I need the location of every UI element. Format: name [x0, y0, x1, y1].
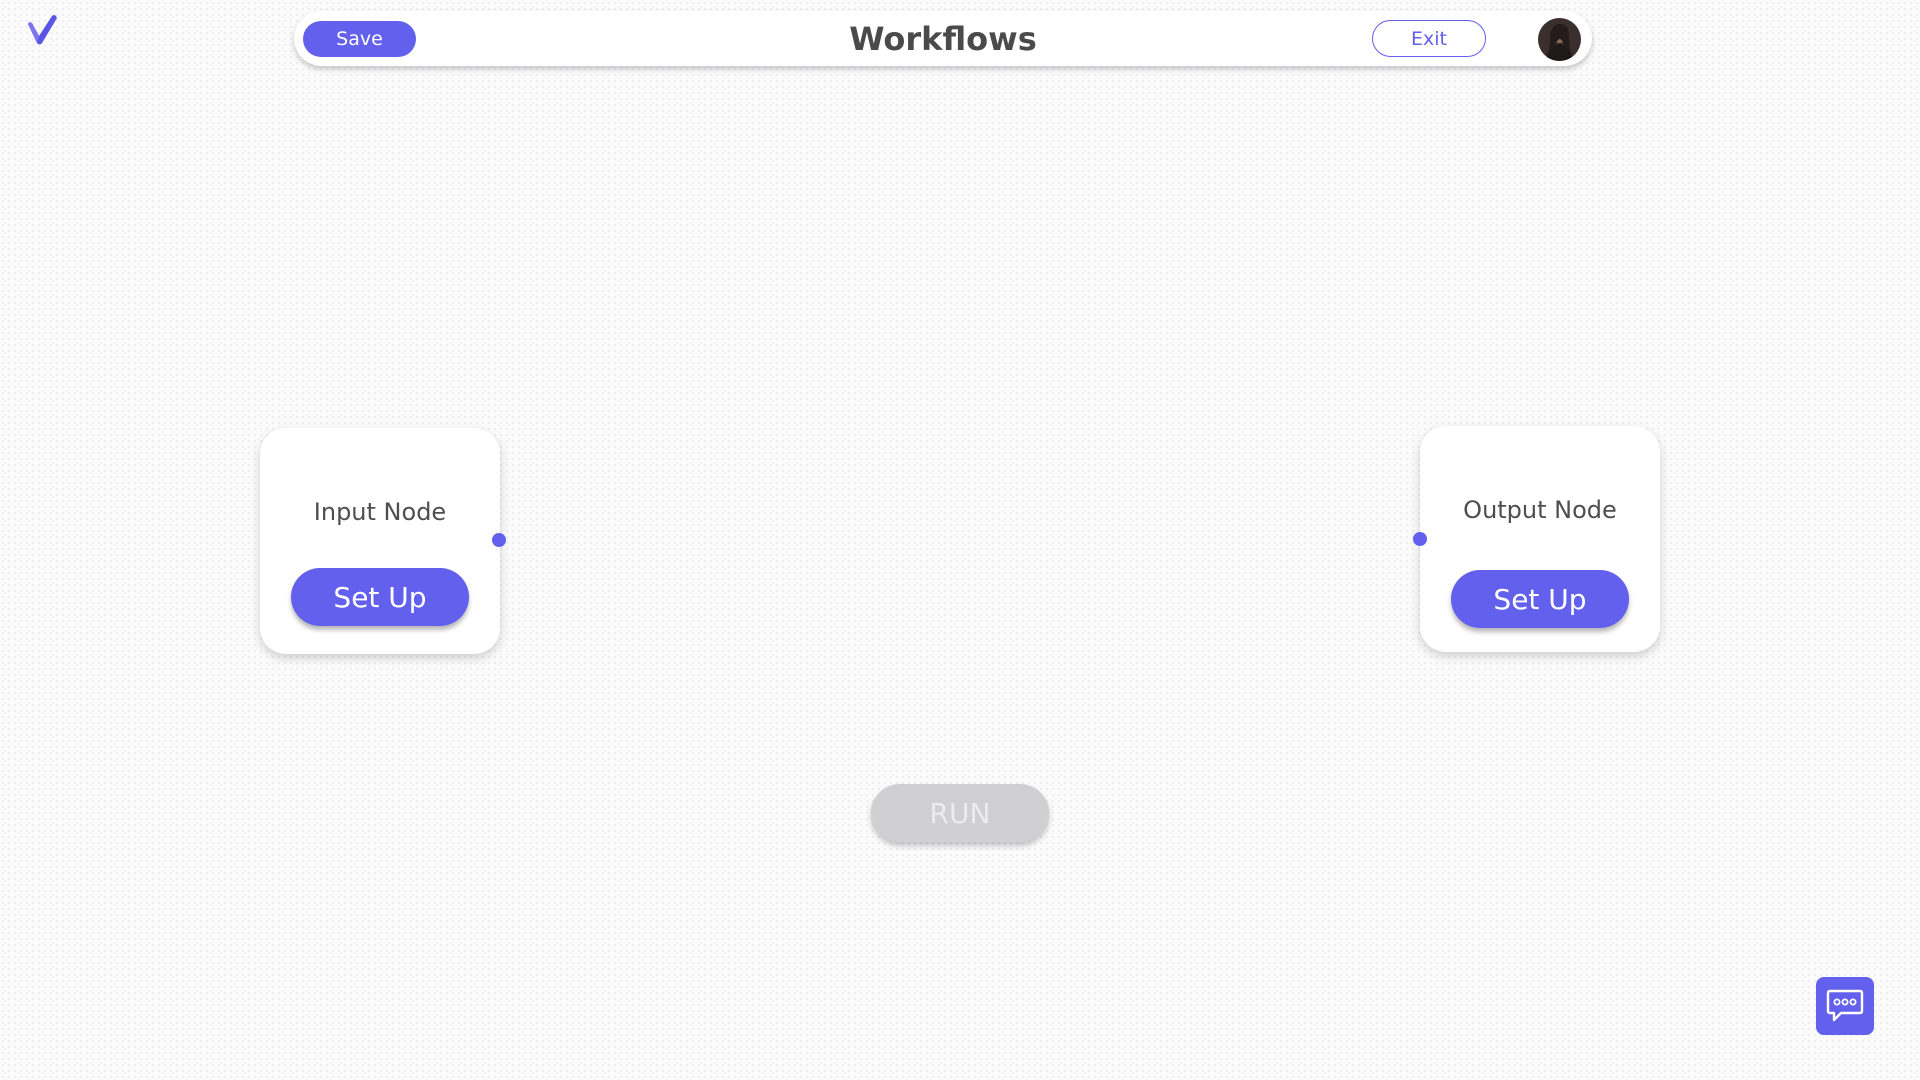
avatar-photo-icon [1538, 18, 1581, 61]
output-node-input-port[interactable] [1413, 532, 1427, 546]
input-node-label: Input Node [313, 498, 447, 526]
exit-button[interactable]: Exit [1372, 20, 1486, 57]
save-button[interactable]: Save [303, 21, 416, 57]
output-node-label: Output Node [1463, 496, 1617, 524]
top-header-bar: Save Workflows Exit [294, 11, 1592, 66]
output-node-setup-button[interactable]: Set Up [1451, 570, 1629, 628]
app-logo[interactable] [26, 14, 60, 46]
run-button[interactable]: RUN [871, 784, 1049, 842]
check-v-logo-icon [28, 15, 57, 45]
user-avatar[interactable] [1538, 18, 1581, 61]
chat-button[interactable] [1816, 977, 1874, 1035]
input-node-setup-button[interactable]: Set Up [291, 568, 469, 626]
input-node-card[interactable]: Input Node Set Up [260, 428, 500, 654]
chat-bubble-icon [1826, 989, 1864, 1022]
output-node-card[interactable]: Output Node Set Up [1420, 426, 1660, 652]
input-node-output-port[interactable] [492, 533, 506, 547]
